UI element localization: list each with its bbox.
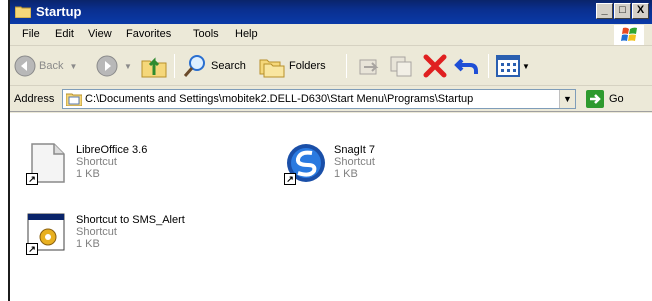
windows-logo-icon bbox=[614, 25, 644, 45]
maximize-button[interactable]: □ bbox=[614, 3, 631, 19]
go-arrow-icon bbox=[586, 90, 604, 108]
file-size: 1 KB bbox=[76, 238, 100, 250]
file-size: 1 KB bbox=[76, 168, 100, 180]
back-button[interactable]: Back ▼ bbox=[14, 52, 77, 80]
copy-to-icon bbox=[390, 56, 412, 77]
back-arrow-icon bbox=[14, 55, 36, 77]
address-dropdown-button[interactable]: ▼ bbox=[559, 90, 575, 108]
go-button[interactable]: Go bbox=[586, 89, 624, 109]
folders-button[interactable]: Folders bbox=[258, 52, 326, 80]
address-label: Address bbox=[14, 93, 55, 105]
views-grid-icon bbox=[496, 55, 520, 77]
delete-button[interactable] bbox=[422, 52, 448, 80]
folder-icon bbox=[66, 93, 82, 106]
toolbar-separator bbox=[346, 54, 347, 78]
copy-to-button[interactable] bbox=[388, 52, 414, 80]
file-name: Shortcut to SMS_Alert bbox=[76, 214, 185, 226]
up-folder-icon bbox=[141, 57, 167, 78]
forward-dropdown-icon[interactable]: ▼ bbox=[124, 62, 132, 71]
folder-icon bbox=[15, 6, 31, 18]
move-to-icon bbox=[359, 59, 379, 75]
forward-arrow-icon bbox=[96, 55, 118, 77]
toolbar: Back ▼ ▼ Search Folders ▼ bbox=[10, 46, 652, 86]
menu-bar: File Edit View Favorites Tools Help bbox=[10, 24, 652, 46]
menu-view[interactable]: View bbox=[88, 28, 112, 40]
close-button[interactable]: X bbox=[632, 3, 649, 19]
back-label: Back bbox=[39, 60, 64, 72]
address-bar: Address C:\Documents and Settings\mobite… bbox=[10, 86, 652, 112]
undo-button[interactable] bbox=[454, 52, 480, 80]
file-type: Shortcut bbox=[76, 226, 117, 238]
title-bar[interactable]: Startup _ □ X bbox=[10, 0, 652, 24]
file-name: LibreOffice 3.6 bbox=[76, 144, 148, 156]
search-label: Search bbox=[211, 60, 246, 72]
shortcut-arrow-icon: ↗ bbox=[284, 173, 296, 185]
menu-favorites[interactable]: Favorites bbox=[126, 28, 171, 40]
move-to-button[interactable] bbox=[356, 52, 382, 80]
shortcut-arrow-icon: ↗ bbox=[26, 243, 38, 255]
file-type: Shortcut bbox=[76, 156, 117, 168]
address-path: C:\Documents and Settings\mobitek2.DELL-… bbox=[85, 93, 474, 105]
window-title: Startup bbox=[36, 4, 82, 19]
shortcut-arrow-icon: ↗ bbox=[26, 173, 38, 185]
address-field[interactable]: C:\Documents and Settings\mobitek2.DELL-… bbox=[62, 89, 576, 109]
folders-icon bbox=[259, 59, 285, 78]
delete-x-icon bbox=[423, 54, 447, 78]
views-dropdown-icon[interactable]: ▼ bbox=[522, 62, 530, 71]
file-size: 1 KB bbox=[334, 168, 358, 180]
menu-help[interactable]: Help bbox=[235, 28, 258, 40]
views-button[interactable]: ▼ bbox=[496, 52, 530, 80]
file-name: SnagIt 7 bbox=[334, 144, 375, 156]
folders-label: Folders bbox=[289, 60, 326, 72]
go-label: Go bbox=[609, 93, 624, 105]
menu-tools[interactable]: Tools bbox=[193, 28, 219, 40]
up-folder-button[interactable] bbox=[140, 52, 168, 80]
explorer-window: Startup _ □ X File Edit View Favorites T… bbox=[8, 0, 652, 301]
undo-icon bbox=[454, 58, 478, 74]
forward-button[interactable]: ▼ bbox=[96, 52, 132, 80]
menu-edit[interactable]: Edit bbox=[55, 28, 74, 40]
back-dropdown-icon[interactable]: ▼ bbox=[69, 62, 77, 71]
toolbar-separator bbox=[488, 54, 489, 78]
file-type: Shortcut bbox=[334, 156, 375, 168]
search-button[interactable]: Search bbox=[182, 52, 246, 80]
file-list: ↗ LibreOffice 3.6 Shortcut 1 KB ↗ SnagIt… bbox=[10, 113, 652, 301]
search-icon bbox=[183, 55, 205, 77]
toolbar-separator bbox=[174, 54, 175, 78]
menu-file[interactable]: File bbox=[22, 28, 40, 40]
minimize-button[interactable]: _ bbox=[596, 3, 613, 19]
